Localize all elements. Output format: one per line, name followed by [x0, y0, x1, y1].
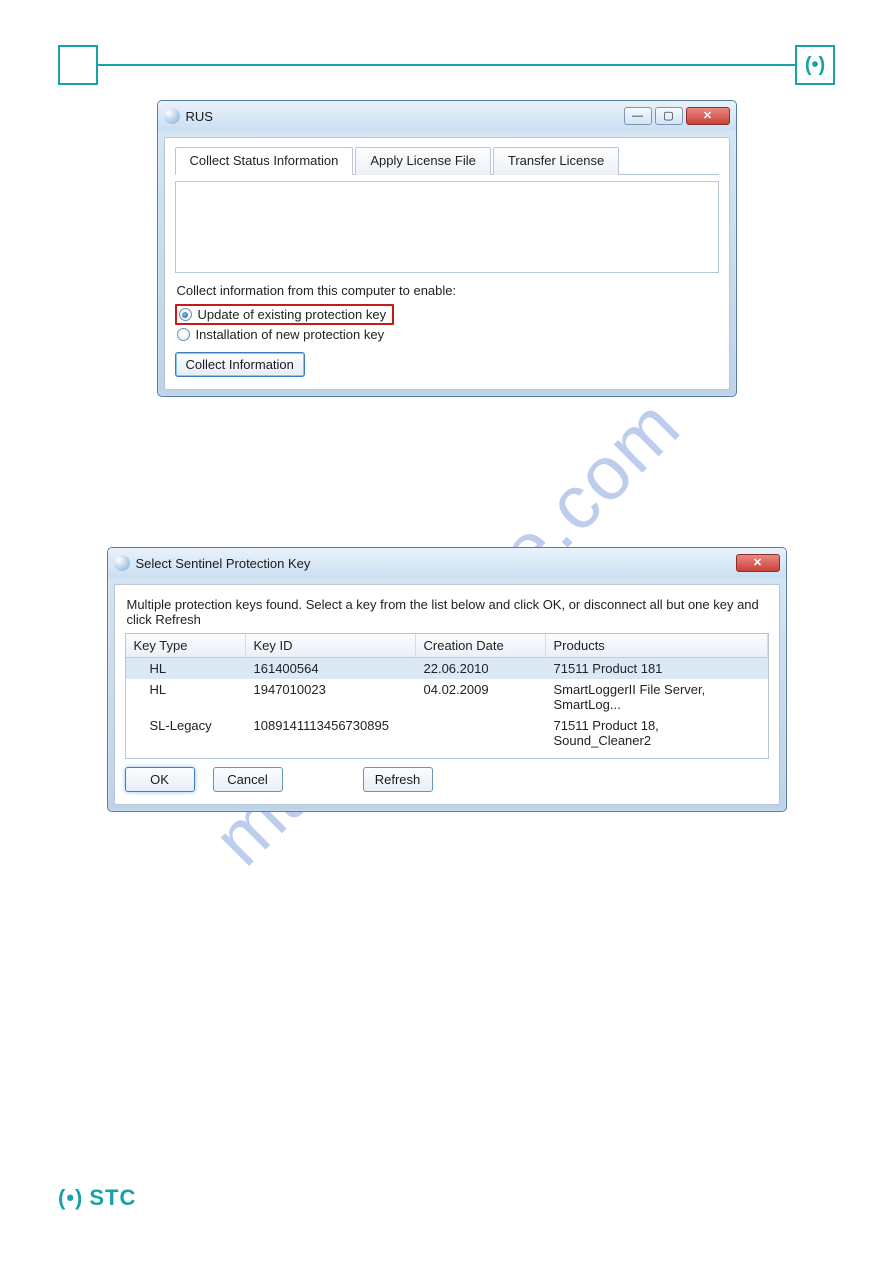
cell-products: SmartLoggerII File Server, SmartLog... — [546, 679, 768, 715]
col-products[interactable]: Products — [546, 634, 768, 657]
cell-key-id: 1089141113456730895 — [246, 715, 416, 751]
status-text-area[interactable] — [175, 181, 719, 273]
table-row[interactable]: HL 161400564 22.06.2010 71511 Product 18… — [126, 658, 768, 679]
header-logo-glyph: (•) — [805, 54, 825, 77]
col-key-type[interactable]: Key Type — [126, 634, 246, 657]
page-header: (•) — [0, 0, 893, 90]
close-button[interactable]: ✕ — [686, 107, 730, 125]
select-message: Multiple protection keys found. Select a… — [127, 597, 767, 627]
cell-creation-date: 04.02.2009 — [416, 679, 546, 715]
cancel-button[interactable]: Cancel — [213, 767, 283, 792]
select-titlebar: Select Sentinel Protection Key ✕ — [108, 548, 786, 578]
minimize-button[interactable]: — — [624, 107, 652, 125]
header-rule — [60, 64, 833, 66]
rus-client-area: Collect Status Information Apply License… — [164, 137, 730, 390]
cell-products: 71511 Product 181 — [546, 658, 768, 679]
footer-logo: (•) STC — [58, 1185, 136, 1211]
tab-collect-status[interactable]: Collect Status Information — [175, 147, 354, 175]
app-icon — [114, 555, 130, 571]
table-header: Key Type Key ID Creation Date Products — [126, 634, 768, 658]
cell-key-type: HL — [126, 658, 246, 679]
keys-table: Key Type Key ID Creation Date Products H… — [125, 633, 769, 759]
cell-products: 71511 Product 18, Sound_Cleaner2 — [546, 715, 768, 751]
rus-tabs: Collect Status Information Apply License… — [175, 146, 719, 175]
radio-update-existing-label: Update of existing protection key — [198, 307, 387, 322]
cell-key-id: 161400564 — [246, 658, 416, 679]
collect-information-button[interactable]: Collect Information — [175, 352, 305, 377]
radio-install-new[interactable] — [177, 328, 190, 341]
table-body: HL 161400564 22.06.2010 71511 Product 18… — [126, 658, 768, 758]
header-logo-icon: (•) — [795, 45, 835, 85]
cell-creation-date: 22.06.2010 — [416, 658, 546, 679]
table-row[interactable]: SL-Legacy 1089141113456730895 71511 Prod… — [126, 715, 768, 751]
cell-key-id: 1947010023 — [246, 679, 416, 715]
close-button[interactable]: ✕ — [736, 554, 780, 572]
cell-creation-date — [416, 715, 546, 751]
tab-apply-license[interactable]: Apply License File — [355, 147, 491, 175]
ok-button[interactable]: OK — [125, 767, 195, 792]
refresh-button[interactable]: Refresh — [363, 767, 433, 792]
rus-window: RUS — ▢ ✕ Collect Status Information App… — [157, 100, 737, 397]
col-creation-date[interactable]: Creation Date — [416, 634, 546, 657]
app-icon — [164, 108, 180, 124]
highlighted-option: Update of existing protection key — [175, 304, 395, 325]
radio-install-new-label: Installation of new protection key — [196, 327, 385, 342]
cell-key-type: HL — [126, 679, 246, 715]
footer-logo-text: STC — [89, 1185, 136, 1211]
maximize-button[interactable]: ▢ — [655, 107, 683, 125]
footer-logo-icon: (•) — [58, 1185, 83, 1211]
header-square — [58, 45, 98, 85]
col-key-id[interactable]: Key ID — [246, 634, 416, 657]
dialog-buttons: OK Cancel Refresh — [125, 767, 769, 792]
select-key-window: Select Sentinel Protection Key ✕ Multipl… — [107, 547, 787, 812]
rus-title: RUS — [186, 109, 621, 124]
collect-instruction: Collect information from this computer t… — [177, 283, 719, 298]
rus-titlebar: RUS — ▢ ✕ — [158, 101, 736, 131]
select-client-area: Multiple protection keys found. Select a… — [114, 584, 780, 805]
select-title: Select Sentinel Protection Key — [136, 556, 733, 571]
cell-key-type: SL-Legacy — [126, 715, 246, 751]
table-row[interactable]: HL 1947010023 04.02.2009 SmartLoggerII F… — [126, 679, 768, 715]
radio-update-existing[interactable] — [179, 308, 192, 321]
tab-transfer-license[interactable]: Transfer License — [493, 147, 619, 175]
